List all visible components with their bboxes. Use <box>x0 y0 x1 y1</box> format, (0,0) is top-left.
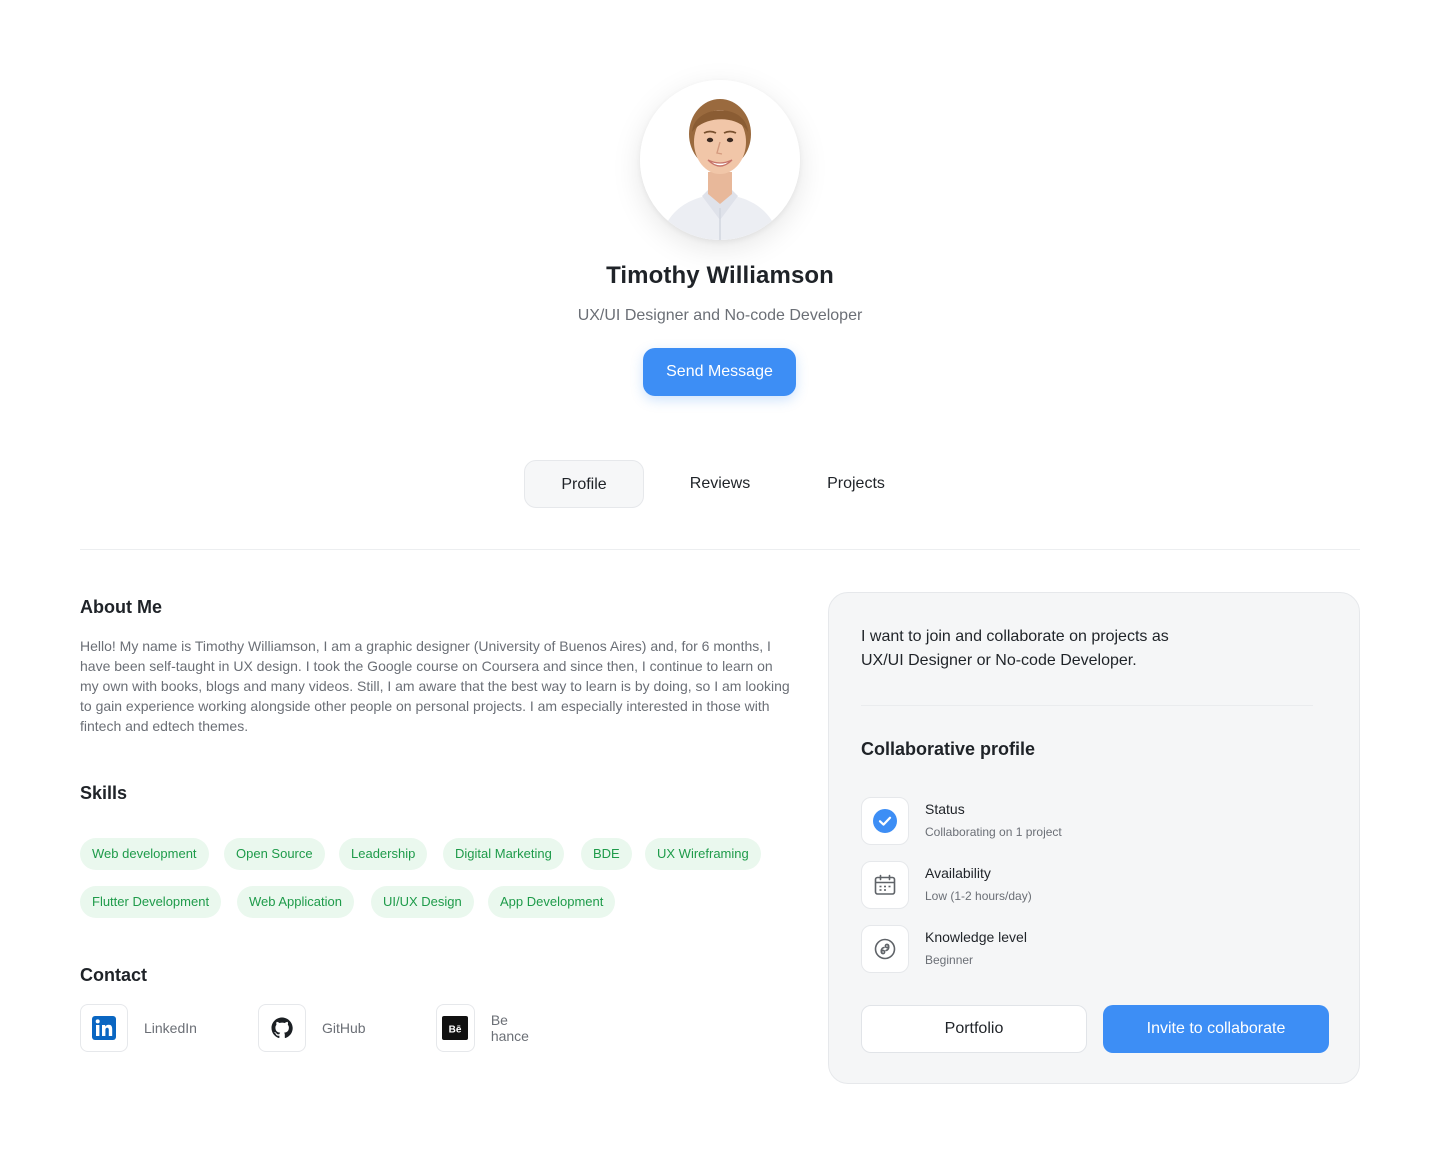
contact-label: Be hance <box>490 1012 529 1044</box>
collaboration-intro: I want to join and collaborate on projec… <box>861 628 1169 669</box>
contact-label: GitHub <box>322 1020 366 1036</box>
about-text: Hello! My name is Timothy Williamson, I … <box>80 638 790 734</box>
knowledge-icon <box>861 925 909 973</box>
section-divider <box>80 549 1360 550</box>
contact-title: Contact <box>80 965 147 985</box>
svg-text:Bē: Bē <box>449 1025 462 1036</box>
contact-github[interactable]: GitHub <box>258 1004 366 1052</box>
about-title: About Me <box>80 597 162 617</box>
skill-chip: Digital Marketing <box>443 838 564 870</box>
skill-chip: Open Source <box>224 838 325 870</box>
skill-chip: UX Wireframing <box>645 838 761 870</box>
skill-chip: UI/UX Design <box>371 886 474 918</box>
github-icon <box>258 1004 306 1052</box>
calendar-icon <box>861 861 909 909</box>
availability-value: Low (1-2 hours/day) <box>925 889 1032 903</box>
profile-header: Timothy Williamson UX/UI Designer and No… <box>0 0 1440 420</box>
invite-to-collaborate-button[interactable]: Invite to collaborate <box>1103 1005 1329 1053</box>
status-value: Collaborating on 1 project <box>925 825 1062 839</box>
collaboration-card: I want to join and collaborate on projec… <box>828 592 1360 1084</box>
skills-title: Skills <box>80 783 128 803</box>
tab-projects[interactable]: Projects <box>796 460 916 508</box>
contact-linkedin[interactable]: LinkedIn <box>80 1004 197 1052</box>
avatar-portrait-image <box>640 80 800 240</box>
card-divider <box>861 705 1313 706</box>
skill-chip: BDE <box>581 838 632 870</box>
tab-profile[interactable]: Profile <box>524 460 644 508</box>
collaborative-profile-title: Collaborative profile <box>861 739 1036 759</box>
profile-role: UX/UI Designer and No-code Developer <box>577 307 863 324</box>
skill-chip: Flutter Development <box>80 886 222 918</box>
linkedin-icon <box>80 1004 128 1052</box>
status-label: Status <box>925 801 965 817</box>
skill-chip: Web development <box>80 838 209 870</box>
skill-chip: App Development <box>488 886 616 918</box>
check-circle-icon <box>861 797 909 845</box>
profile-name: Timothy Williamson <box>606 262 834 289</box>
availability-label: Availability <box>925 865 991 881</box>
skill-chip: Leadership <box>339 838 428 870</box>
tab-reviews[interactable]: Reviews <box>660 460 780 508</box>
knowledge-value: Beginner <box>925 953 974 967</box>
skill-chip: Web Application <box>237 886 354 918</box>
portfolio-button[interactable]: Portfolio <box>861 1005 1087 1053</box>
avatar <box>640 80 800 240</box>
knowledge-label: Knowledge level <box>925 929 1027 945</box>
behance-icon: Bē <box>436 1004 475 1052</box>
contact-label: LinkedIn <box>144 1020 197 1036</box>
send-message-button[interactable]: Send Message <box>643 348 796 396</box>
contact-behance[interactable]: Bē Be hance <box>436 1004 538 1052</box>
